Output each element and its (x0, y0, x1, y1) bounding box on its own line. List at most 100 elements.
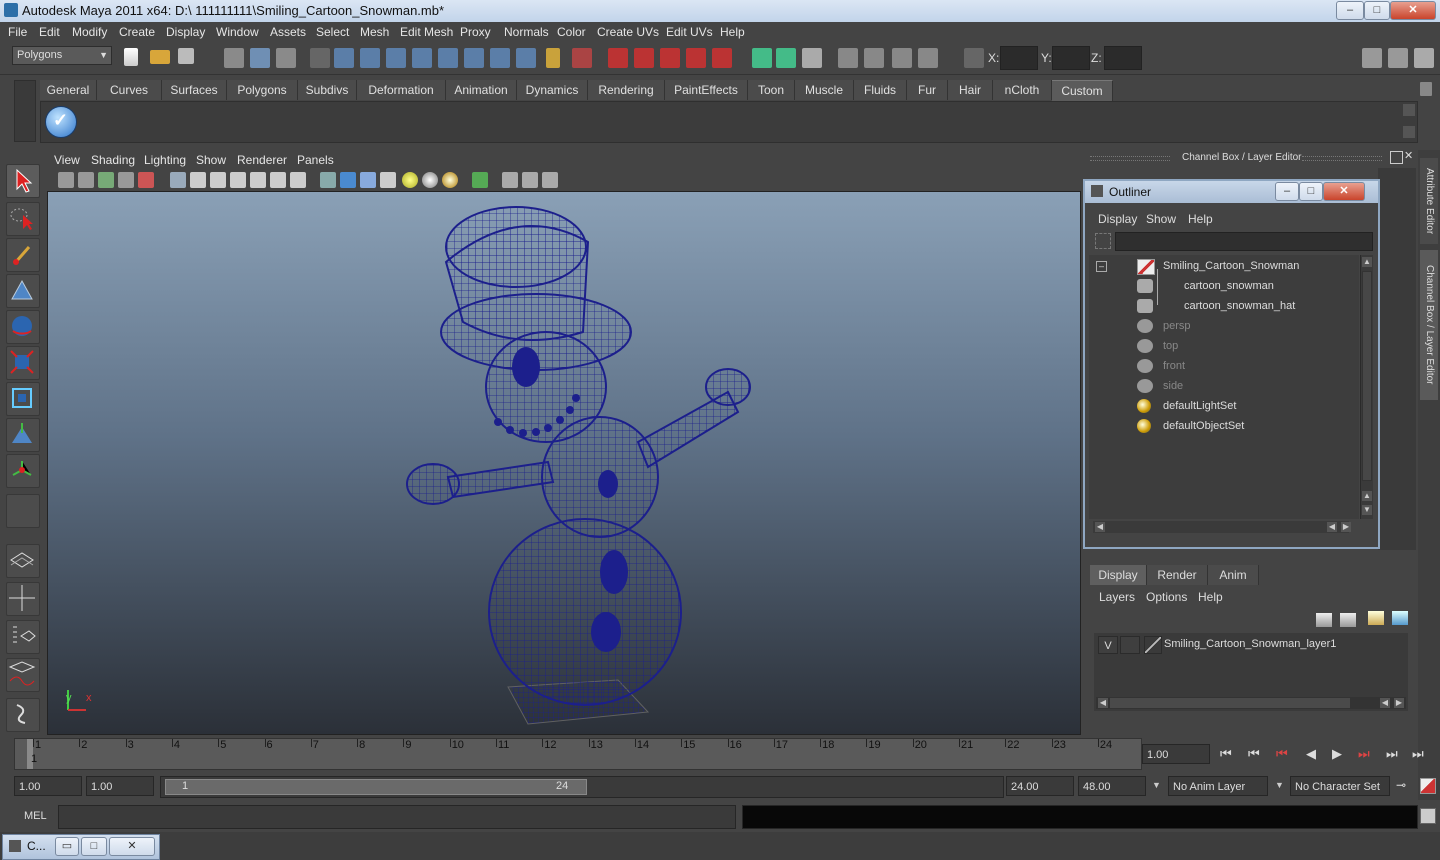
move-layer-down-icon[interactable] (1340, 613, 1356, 627)
tab-animation[interactable]: Animation (446, 80, 517, 100)
outliner-item-cartoon-snowman[interactable]: cartoon_snowman (1089, 276, 1349, 296)
outliner-item-side[interactable]: side (1089, 376, 1349, 396)
four-pane-layout-icon[interactable] (6, 582, 40, 616)
close-panel-icon[interactable]: ✕ (1404, 150, 1416, 162)
select-camera-icon[interactable] (572, 48, 592, 68)
scroll-right-end-icon[interactable]: ▶ (1341, 522, 1351, 532)
outliner-item-front[interactable]: front (1089, 356, 1349, 376)
xray-joints-icon[interactable] (522, 172, 538, 188)
play-forward-icon[interactable]: ▶ (1332, 746, 1342, 762)
channel-box-tab[interactable]: Channel Box / Layer Editor (1420, 250, 1438, 400)
minimized-window[interactable]: C... ▭ □ ✕ (2, 834, 160, 860)
xray-icon[interactable] (502, 172, 518, 188)
start-time-field[interactable]: 1.00 (14, 776, 82, 796)
layer-type-toggle[interactable] (1120, 636, 1140, 654)
anim-layer-chevron-icon[interactable]: ▼ (1152, 780, 1161, 790)
range-slider-bar[interactable]: 1 24 (165, 779, 587, 795)
wireframe-icon[interactable] (320, 172, 336, 188)
lock-icon[interactable] (546, 48, 560, 68)
menu-window[interactable]: Window (216, 25, 259, 39)
scroll-left-icon[interactable]: ◀ (1095, 522, 1105, 532)
safe-action-icon[interactable] (270, 172, 286, 188)
toggle-tool-settings-icon[interactable] (1388, 48, 1408, 68)
tab-painteffects[interactable]: PaintEffects (665, 80, 748, 100)
menu-assets[interactable]: Assets (270, 25, 306, 39)
key-icon[interactable]: ⊸ (1396, 778, 1406, 792)
layer-color-swatch[interactable] (1144, 636, 1162, 654)
layer-visibility-toggle[interactable]: V (1098, 636, 1118, 654)
menu-set-dropdown[interactable]: Polygons ▼ (12, 46, 112, 65)
gate-mask-icon[interactable] (230, 172, 246, 188)
sheet-icon[interactable] (864, 48, 884, 68)
menu-select[interactable]: Select (316, 25, 349, 39)
menu-edit-uvs[interactable]: Edit UVs (666, 25, 713, 39)
menu-color[interactable]: Color (557, 25, 586, 39)
step-back-icon[interactable]: ⏮ (1248, 746, 1260, 762)
tab-deformation[interactable]: Deformation (357, 80, 446, 100)
y-input[interactable] (1052, 46, 1090, 70)
safe-title-icon[interactable] (290, 172, 306, 188)
layer-menu-help[interactable]: Help (1198, 590, 1223, 604)
layer-scroll-thumb[interactable] (1110, 698, 1350, 708)
snap-live-icon[interactable] (438, 48, 458, 68)
grid-toggle-icon[interactable] (170, 172, 186, 188)
tab-dynamics[interactable]: Dynamics (517, 80, 588, 100)
outliner-menu-show[interactable]: Show (1146, 212, 1176, 226)
time-slider[interactable]: 1 2 3 4 5 6 7 8 9 10 11 12 13 14 15 16 17 18 19 20 21 22 23 24 … (14, 738, 1142, 770)
check-shelf-icon[interactable]: ✓ (45, 106, 77, 138)
select-object-icon[interactable] (250, 48, 270, 68)
script-editor-icon[interactable] (1420, 808, 1436, 824)
z-input[interactable] (1104, 46, 1142, 70)
scroll-bottom-icon[interactable]: ▼ (1362, 505, 1372, 515)
tab-fluids[interactable]: Fluids (854, 80, 907, 100)
select-component-icon[interactable] (276, 48, 296, 68)
tab-layer-anim[interactable]: Anim (1208, 565, 1259, 585)
snap-plane-icon[interactable] (412, 48, 432, 68)
move-tool-icon[interactable] (6, 274, 40, 308)
graph-editor-layout-icon[interactable] (6, 658, 40, 692)
outliner-item-default-light-set[interactable]: defaultLightSet (1089, 396, 1349, 416)
field-chart-icon[interactable] (250, 172, 266, 188)
new-empty-layer-icon[interactable] (1368, 611, 1384, 625)
outliner-menu-display[interactable]: Display (1098, 212, 1137, 226)
shelf-menu-icon[interactable] (1403, 126, 1415, 138)
move-layer-up-icon[interactable] (1316, 613, 1332, 627)
soft-mod-tool-icon[interactable] (6, 418, 40, 452)
step-forward-icon[interactable]: ⏭ (1386, 746, 1398, 762)
maximize-button[interactable]: □ (1364, 1, 1390, 20)
clipboard-icon[interactable] (802, 48, 822, 68)
snap-point-icon[interactable] (386, 48, 406, 68)
layer-hscrollbar[interactable]: ◀ ◀ ▶ (1096, 697, 1406, 709)
go-to-end-icon[interactable]: ⏭ (1412, 746, 1424, 762)
mel-label[interactable]: MEL (24, 810, 47, 822)
restore-window-button[interactable]: ▭ (55, 837, 79, 856)
toggle-channel-box-icon[interactable] (1414, 48, 1434, 68)
save-scene-icon[interactable] (178, 48, 194, 64)
close-window-button[interactable]: ✕ (109, 837, 155, 856)
menu-mesh[interactable]: Mesh (360, 25, 389, 39)
shadows-icon[interactable] (442, 172, 458, 188)
maximize-window-button[interactable]: □ (81, 837, 107, 856)
layer-row[interactable]: V Smiling_Cartoon_Snowman_layer1 (1094, 636, 1408, 654)
film-icon[interactable] (838, 48, 858, 68)
outliner-item-smiling-cartoon-snowman[interactable]: Smiling_Cartoon_Snowman (1089, 256, 1349, 276)
outliner-close-button[interactable]: ✕ (1323, 182, 1365, 201)
mel-input[interactable] (58, 805, 736, 829)
tab-custom[interactable]: Custom (1052, 80, 1113, 101)
current-time-field[interactable]: 1.00 (1142, 744, 1210, 764)
minimize-button[interactable]: – (1336, 1, 1364, 20)
menu-edit-mesh[interactable]: Edit Mesh (400, 25, 453, 39)
viewport-menu-view[interactable]: View (54, 153, 80, 167)
menu-create[interactable]: Create (119, 25, 155, 39)
character-set-dropdown[interactable]: No Character Set (1290, 776, 1390, 796)
all-lights-icon[interactable] (422, 172, 438, 188)
outliner-item-cartoon-snowman-hat[interactable]: cartoon_snowman_hat (1089, 296, 1349, 316)
help-icon[interactable] (516, 48, 536, 68)
playback-end-field[interactable]: 24.00 (1006, 776, 1074, 796)
isolate-select-icon[interactable] (472, 172, 488, 188)
tab-layer-render[interactable]: Render (1147, 565, 1208, 585)
layer-scroll-right-icon[interactable]: ◀ (1380, 698, 1390, 708)
construction-icon[interactable] (490, 48, 510, 68)
play-backward-icon[interactable]: ◀ (1306, 746, 1316, 762)
single-pane-layout-icon[interactable] (6, 544, 40, 578)
